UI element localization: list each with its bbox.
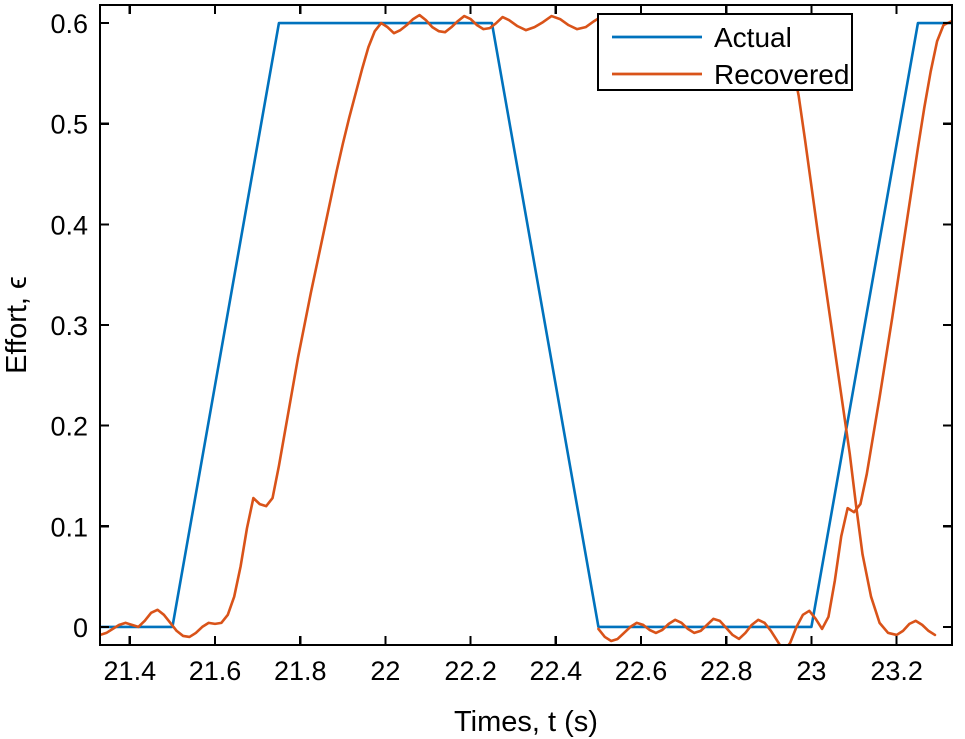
x-tick-label: 22.2	[444, 656, 497, 686]
x-tick-label: 21.6	[189, 656, 242, 686]
y-tick-label: 0.5	[50, 110, 88, 140]
x-tick-label: 22	[370, 656, 400, 686]
data-series-group	[100, 13, 952, 645]
series-line-recovered-cont	[597, 19, 952, 645]
y-axis-tick-labels: 0 0.1 0.2 0.3 0.4 0.5 0.6	[50, 9, 88, 643]
y-tick-label: 0.1	[50, 512, 88, 542]
chart-legend: Actual Recovered	[597, 13, 853, 91]
x-tick-label: 22.8	[700, 656, 753, 686]
series-line-actual	[100, 21, 952, 629]
x-axis-tick-labels: 21.4 21.6 21.8 22 22.2 22.4 22.6 22.8 23 23.2	[104, 656, 923, 686]
legend-label-recovered: Recovered	[714, 59, 849, 90]
y-axis-title: Effort, ϵ	[1, 276, 33, 374]
y-tick-label: 0.3	[50, 311, 88, 341]
legend-label-actual: Actual	[714, 22, 792, 53]
x-tick-label: 21.8	[274, 656, 327, 686]
x-tick-label: 23	[796, 656, 826, 686]
x-tick-label: 23.2	[870, 656, 923, 686]
x-tick-label: 22.6	[615, 656, 668, 686]
x-axis-title: Times, t (s)	[454, 706, 598, 738]
x-tick-label: 22.4	[530, 656, 583, 686]
x-tick-label: 21.4	[104, 656, 157, 686]
chart-figure: 21.4 21.6 21.8 22 22.2 22.4 22.6 22.8 23 23.2 0 0.…	[0, 0, 965, 739]
y-tick-label: 0	[73, 613, 88, 643]
chart-plot-area: 21.4 21.6 21.8 22 22.2 22.4 22.6 22.8 23 23.2 0 0.…	[1, 3, 954, 738]
y-tick-label: 0.2	[50, 412, 88, 442]
y-tick-label: 0.6	[50, 9, 88, 39]
y-tick-label: 0.4	[50, 210, 88, 240]
